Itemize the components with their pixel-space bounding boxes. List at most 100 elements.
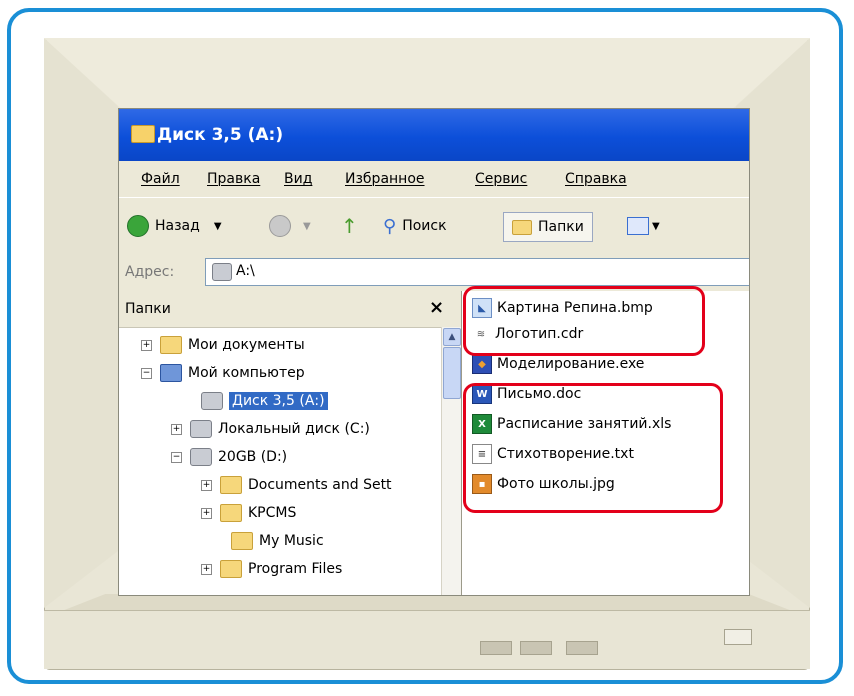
tree-item-label: Program Files	[248, 561, 343, 577]
computer-icon	[160, 364, 182, 382]
scroll-up-icon[interactable]: ▲	[443, 328, 461, 346]
folder-icon	[220, 560, 242, 578]
folders-pane-title: Папки	[125, 301, 171, 317]
text-icon: ≡	[472, 444, 492, 464]
back-arrow-icon	[127, 215, 149, 237]
file-item[interactable]: ≋ Логотип.cdr	[472, 323, 583, 345]
up-folder-icon: ↑	[341, 214, 358, 238]
tree-item-label: Локальный диск (С:)	[218, 421, 370, 437]
file-list-pane: ◣ Картина Репина.bmp ≋ Логотип.cdr ◆ Мод…	[462, 291, 749, 595]
paint-icon: ◣	[472, 298, 492, 318]
excel-icon: X	[472, 414, 492, 434]
tree-item-label: Documents and Sett	[248, 477, 392, 493]
collapse-icon[interactable]: −	[171, 451, 182, 463]
address-bar: Адрес: A:\	[119, 253, 749, 292]
tree-item-label: Мой компьютер	[188, 365, 305, 381]
scroll-thumb[interactable]	[443, 347, 461, 399]
file-name: Письмо.doc	[497, 386, 582, 402]
tree-item-label: 20GB (D:)	[218, 449, 288, 465]
menu-file[interactable]: Файл	[141, 171, 180, 187]
search-button[interactable]: ⚲ Поиск	[383, 212, 447, 240]
file-item[interactable]: ▪ Фото школы.jpg	[472, 473, 615, 495]
tree-item-label: Мои документы	[188, 337, 305, 353]
file-name: Логотип.cdr	[495, 326, 584, 342]
explorer-window: Диск 3,5 (А:) Файл Правка Вид Избранное …	[118, 108, 750, 596]
back-button[interactable]: Назад ▼	[127, 212, 222, 240]
views-icon	[627, 217, 649, 235]
monitor-button-3	[566, 641, 598, 655]
monitor-bezel-top	[44, 38, 810, 108]
collapse-icon[interactable]: −	[141, 367, 152, 379]
monitor-button-2	[520, 641, 552, 655]
tree-item-documents-and-settings[interactable]: + Documents and Sett	[201, 473, 392, 497]
search-label: Поиск	[402, 218, 447, 234]
tree-item-label: My Music	[259, 533, 324, 549]
folder-icon	[220, 476, 242, 494]
window-title: Диск 3,5 (А:)	[157, 125, 284, 145]
hard-drive-icon	[190, 448, 212, 466]
menu-help[interactable]: Справка	[565, 171, 627, 187]
hard-drive-icon	[190, 420, 212, 438]
folder-icon	[231, 532, 253, 550]
address-label: Адрес:	[125, 264, 175, 280]
dropdown-arrow-icon[interactable]: ▼	[214, 221, 222, 232]
tree-item-kpcms[interactable]: + KPCMS	[201, 501, 296, 525]
tree-item-drive-d[interactable]: − 20GB (D:)	[171, 445, 287, 469]
tree-item-floppy-a[interactable]: Диск 3,5 (А:)	[201, 389, 328, 413]
file-item[interactable]: W Письмо.doc	[472, 383, 581, 405]
file-name: Расписание занятий.xls	[497, 416, 672, 432]
monitor-button-1	[480, 641, 512, 655]
file-name: Моделирование.exe	[497, 356, 645, 372]
dropdown-arrow-icon[interactable]: ▼	[652, 221, 660, 232]
folder-icon	[512, 219, 532, 235]
app-icon: ◆	[472, 354, 492, 374]
menu-bar: Файл Правка Вид Избранное Сервис Справка	[119, 161, 749, 197]
views-button[interactable]: ▼	[627, 212, 660, 240]
forward-arrow-icon	[269, 215, 291, 237]
floppy-drive-icon	[212, 263, 232, 281]
close-icon[interactable]: ×	[429, 297, 444, 318]
menu-edit[interactable]: Правка	[207, 171, 260, 187]
menu-view[interactable]: Вид	[284, 171, 312, 187]
expand-icon[interactable]: +	[171, 423, 182, 435]
expand-icon[interactable]: +	[201, 563, 212, 575]
tree-item-my-documents[interactable]: + Мои документы	[141, 333, 305, 357]
tree-item-label: KPCMS	[248, 505, 297, 521]
search-icon: ⚲	[383, 215, 397, 237]
file-item[interactable]: ◆ Моделирование.exe	[472, 353, 644, 375]
file-item[interactable]: ≡ Стихотворение.txt	[472, 443, 634, 465]
expand-icon[interactable]: +	[201, 479, 212, 491]
toolbar: Назад ▼ ▼ ↑ ⚲ Поиск Папки ▼	[119, 197, 749, 255]
back-label: Назад	[155, 218, 200, 234]
menu-favorites[interactable]: Избранное	[345, 171, 425, 187]
expand-icon[interactable]: +	[141, 339, 152, 351]
folders-pane: Папки × + Мои документы − Мой компьютер …	[119, 291, 462, 595]
tree-item-my-music[interactable]: My Music	[231, 529, 324, 553]
coreldraw-icon: ≋	[472, 325, 490, 343]
up-folder-button[interactable]: ↑	[341, 212, 358, 240]
dropdown-arrow-icon[interactable]: ▼	[303, 221, 311, 232]
forward-button[interactable]: ▼	[269, 212, 311, 240]
power-button	[724, 629, 752, 645]
monitor-base	[44, 610, 810, 669]
folders-label: Папки	[538, 219, 584, 235]
tree-item-label: Диск 3,5 (А:)	[229, 392, 328, 410]
folder-icon	[220, 504, 242, 522]
tree-item-program-files[interactable]: + Program Files	[201, 557, 342, 581]
vertical-scrollbar[interactable]: ▲	[441, 327, 461, 595]
tree-item-local-disk-c[interactable]: + Локальный диск (С:)	[171, 417, 370, 441]
title-bar: Диск 3,5 (А:)	[119, 109, 749, 161]
folders-button[interactable]: Папки	[503, 212, 593, 242]
file-name: Фото школы.jpg	[497, 476, 615, 492]
folder-icon	[160, 336, 182, 354]
address-field[interactable]: A:\	[205, 258, 749, 286]
folder-icon	[131, 125, 155, 143]
file-item[interactable]: X Расписание занятий.xls	[472, 413, 671, 435]
tree-item-my-computer[interactable]: − Мой компьютер	[141, 361, 305, 385]
file-item[interactable]: ◣ Картина Репина.bmp	[472, 297, 653, 319]
address-value: A:\	[236, 263, 255, 279]
expand-icon[interactable]: +	[201, 507, 212, 519]
floppy-drive-icon	[201, 392, 223, 410]
menu-tools[interactable]: Сервис	[475, 171, 527, 187]
folders-pane-header: Папки ×	[119, 291, 461, 328]
